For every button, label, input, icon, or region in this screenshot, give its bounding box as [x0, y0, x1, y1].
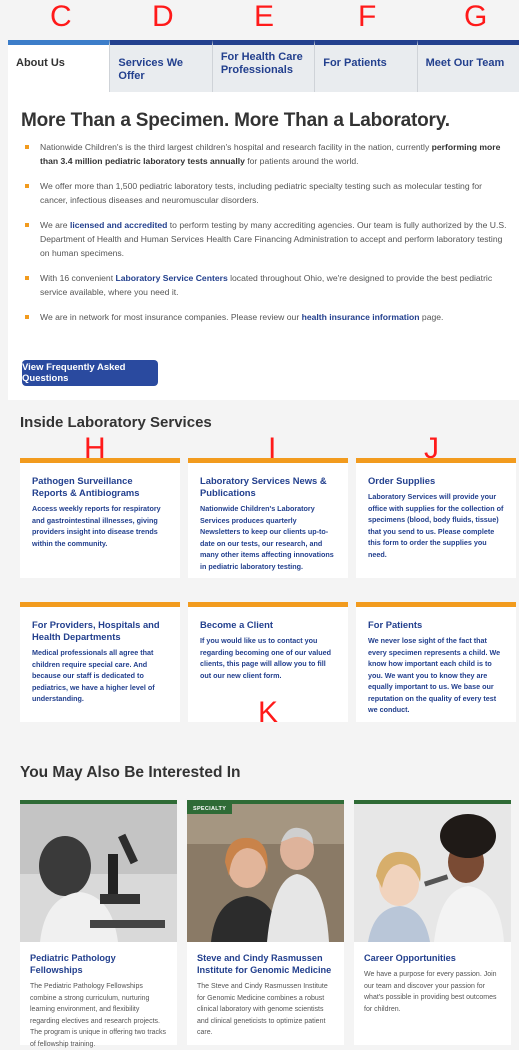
card-title: Order Supplies	[368, 475, 436, 486]
annotation-letter-f: F	[358, 0, 377, 33]
card-pathogen-surveillance[interactable]: Pathogen Surveillance Reports & Antibiog…	[20, 458, 180, 578]
tab-for-patients[interactable]: For Patients	[315, 40, 418, 92]
card-title: For Providers, Hospitals and Health Depa…	[32, 619, 160, 642]
clinician-child-photo-image	[354, 804, 511, 942]
annotation-letter-k: K	[258, 696, 279, 729]
card-title: Laboratory Services News & Publications	[200, 475, 327, 498]
specialty-badge: SPECIALTY	[187, 804, 233, 814]
annotation-letter-d: D	[152, 0, 174, 33]
tab-for-health-care-professionals[interactable]: For Health Care Professionals	[212, 40, 316, 92]
bullet-marker	[25, 223, 29, 227]
section-tab-bar: About Us Services We Offer For Health Ca…	[8, 40, 519, 92]
related-career-opportunities[interactable]: Career Opportunities We have a purpose f…	[354, 800, 511, 1045]
card-title: For Patients	[368, 619, 423, 630]
related-items: Pediatric Pathology Fellowships The Pedi…	[20, 800, 511, 1048]
bullet-marker	[25, 315, 29, 319]
view-faq-button[interactable]: View Frequently Asked Questions	[22, 360, 158, 386]
tab-services-we-offer[interactable]: Services We Offer	[110, 40, 213, 92]
card-text: Medical professionals all agree that chi…	[32, 648, 155, 703]
researchers-photo: SPECIALTY	[187, 800, 344, 942]
card-for-patients[interactable]: For Patients We never lose sight of the …	[356, 602, 516, 722]
card-providers-hospitals[interactable]: For Providers, Hospitals and Health Depa…	[20, 602, 180, 722]
related-item-text: We have a purpose for every passion. Joi…	[364, 971, 497, 1013]
related-item-title: Career Opportunities	[364, 953, 456, 963]
bullet-marker	[25, 276, 29, 280]
card-text: We never lose sight of the fact that eve…	[368, 636, 501, 714]
inside-cards-row-1: Pathogen Surveillance Reports & Antibiog…	[20, 458, 516, 578]
card-text: If you would like us to contact you rega…	[200, 636, 331, 680]
related-genomic-medicine[interactable]: SPECIALTY Steve and Cindy Rasmussen Inst…	[187, 800, 344, 1045]
about-bullet: We offer more than 1,500 pediatric labor…	[21, 179, 509, 207]
related-item-title: Steve and Cindy Rasmussen Institute for …	[197, 953, 332, 975]
licensed-accredited-link[interactable]: licensed and accredited	[70, 220, 167, 230]
related-item-text: The Steve and Cindy Rasmussen Institute …	[197, 983, 328, 1036]
health-insurance-information-link[interactable]: health insurance information	[302, 312, 420, 322]
about-title: More Than a Specimen. More Than a Labora…	[21, 110, 450, 131]
microscope-photo-image	[20, 804, 177, 942]
about-us-panel: More Than a Specimen. More Than a Labora…	[8, 92, 519, 400]
card-text: Laboratory Services will provide your of…	[368, 492, 504, 559]
card-title: Pathogen Surveillance Reports & Antibiog…	[32, 475, 140, 498]
card-order-supplies[interactable]: Order Supplies Laboratory Services will …	[356, 458, 516, 578]
card-title: Become a Client	[200, 619, 273, 630]
about-bullet: We are in network for most insurance com…	[21, 310, 509, 324]
inside-lab-services-title: Inside Laboratory Services	[20, 414, 212, 431]
about-bullet: With 16 convenient Laboratory Service Ce…	[21, 271, 509, 299]
related-title: You May Also Be Interested In	[20, 764, 241, 781]
card-text: Nationwide Children's Laboratory Service…	[200, 504, 334, 571]
annotation-letter-g: G	[464, 0, 488, 33]
about-bullet-list: Nationwide Children's is the third large…	[21, 140, 509, 335]
bullet-marker	[25, 145, 29, 149]
annotation-letter-e: E	[254, 0, 275, 33]
tab-about-us[interactable]: About Us	[8, 40, 111, 92]
related-item-text: The Pediatric Pathology Fellowships comb…	[30, 983, 167, 1048]
laboratory-service-centers-link[interactable]: Laboratory Service Centers	[115, 273, 227, 283]
annotation-letter-c: C	[50, 0, 72, 33]
microscope-photo	[20, 800, 177, 942]
related-item-title: Pediatric Pathology Fellowships	[30, 953, 116, 975]
researchers-photo-image	[187, 804, 344, 942]
about-bullet: We are licensed and accredited to perfor…	[21, 218, 509, 260]
clinician-child-photo	[354, 800, 511, 942]
card-news-publications[interactable]: Laboratory Services News & Publications …	[188, 458, 348, 578]
card-text: Access weekly reports for respiratory an…	[32, 504, 161, 548]
bullet-marker	[25, 184, 29, 188]
related-pathology-fellowships[interactable]: Pediatric Pathology Fellowships The Pedi…	[20, 800, 177, 1048]
tab-meet-our-team[interactable]: Meet Our Team	[417, 40, 519, 92]
about-bullet: Nationwide Children's is the third large…	[21, 140, 509, 168]
